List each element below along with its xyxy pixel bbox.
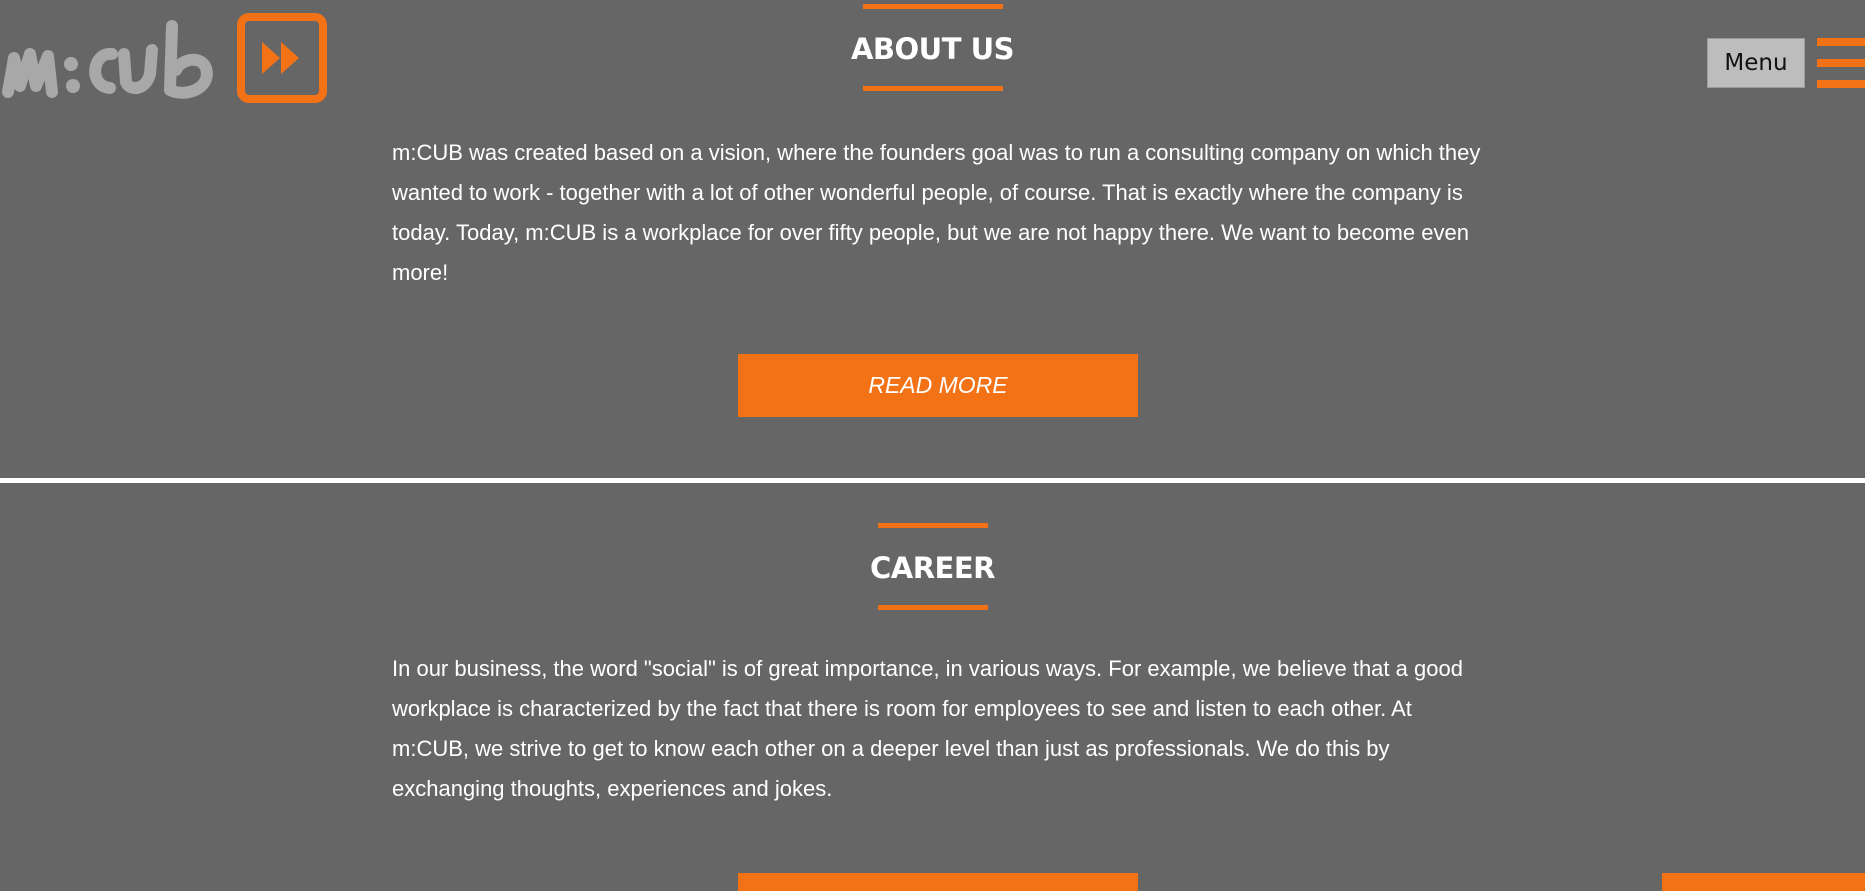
- career-heading-group: CAREER: [0, 523, 1865, 610]
- career-heading-top-bar: [877, 523, 988, 528]
- career-title: CAREER: [869, 551, 996, 585]
- career-heading-bottom-bar: [877, 605, 988, 610]
- hamburger-menu-icon[interactable]: [1817, 38, 1865, 88]
- hamburger-bar: [1817, 80, 1865, 88]
- career-read-more-button[interactable]: [738, 873, 1138, 891]
- career-text: In our business, the word "social" is of…: [392, 656, 1463, 801]
- about-heading-top-bar: [862, 4, 1003, 9]
- logo[interactable]: [0, 10, 330, 110]
- hamburger-bar: [1817, 38, 1865, 46]
- about-read-more-button[interactable]: READ MORE: [738, 354, 1138, 417]
- menu-button[interactable]: Menu: [1707, 38, 1805, 88]
- about-heading-bottom-bar: [862, 86, 1003, 91]
- page: ABOUT US m:CUB was created based on a vi…: [0, 0, 1865, 891]
- mcub-logo-icon: [2, 13, 327, 103]
- career-section: CAREER In our business, the word "social…: [0, 483, 1865, 891]
- edge-orange-button[interactable]: [1662, 873, 1865, 891]
- hamburger-bar: [1817, 59, 1865, 67]
- about-text: m:CUB was created based on a vision, whe…: [392, 140, 1481, 285]
